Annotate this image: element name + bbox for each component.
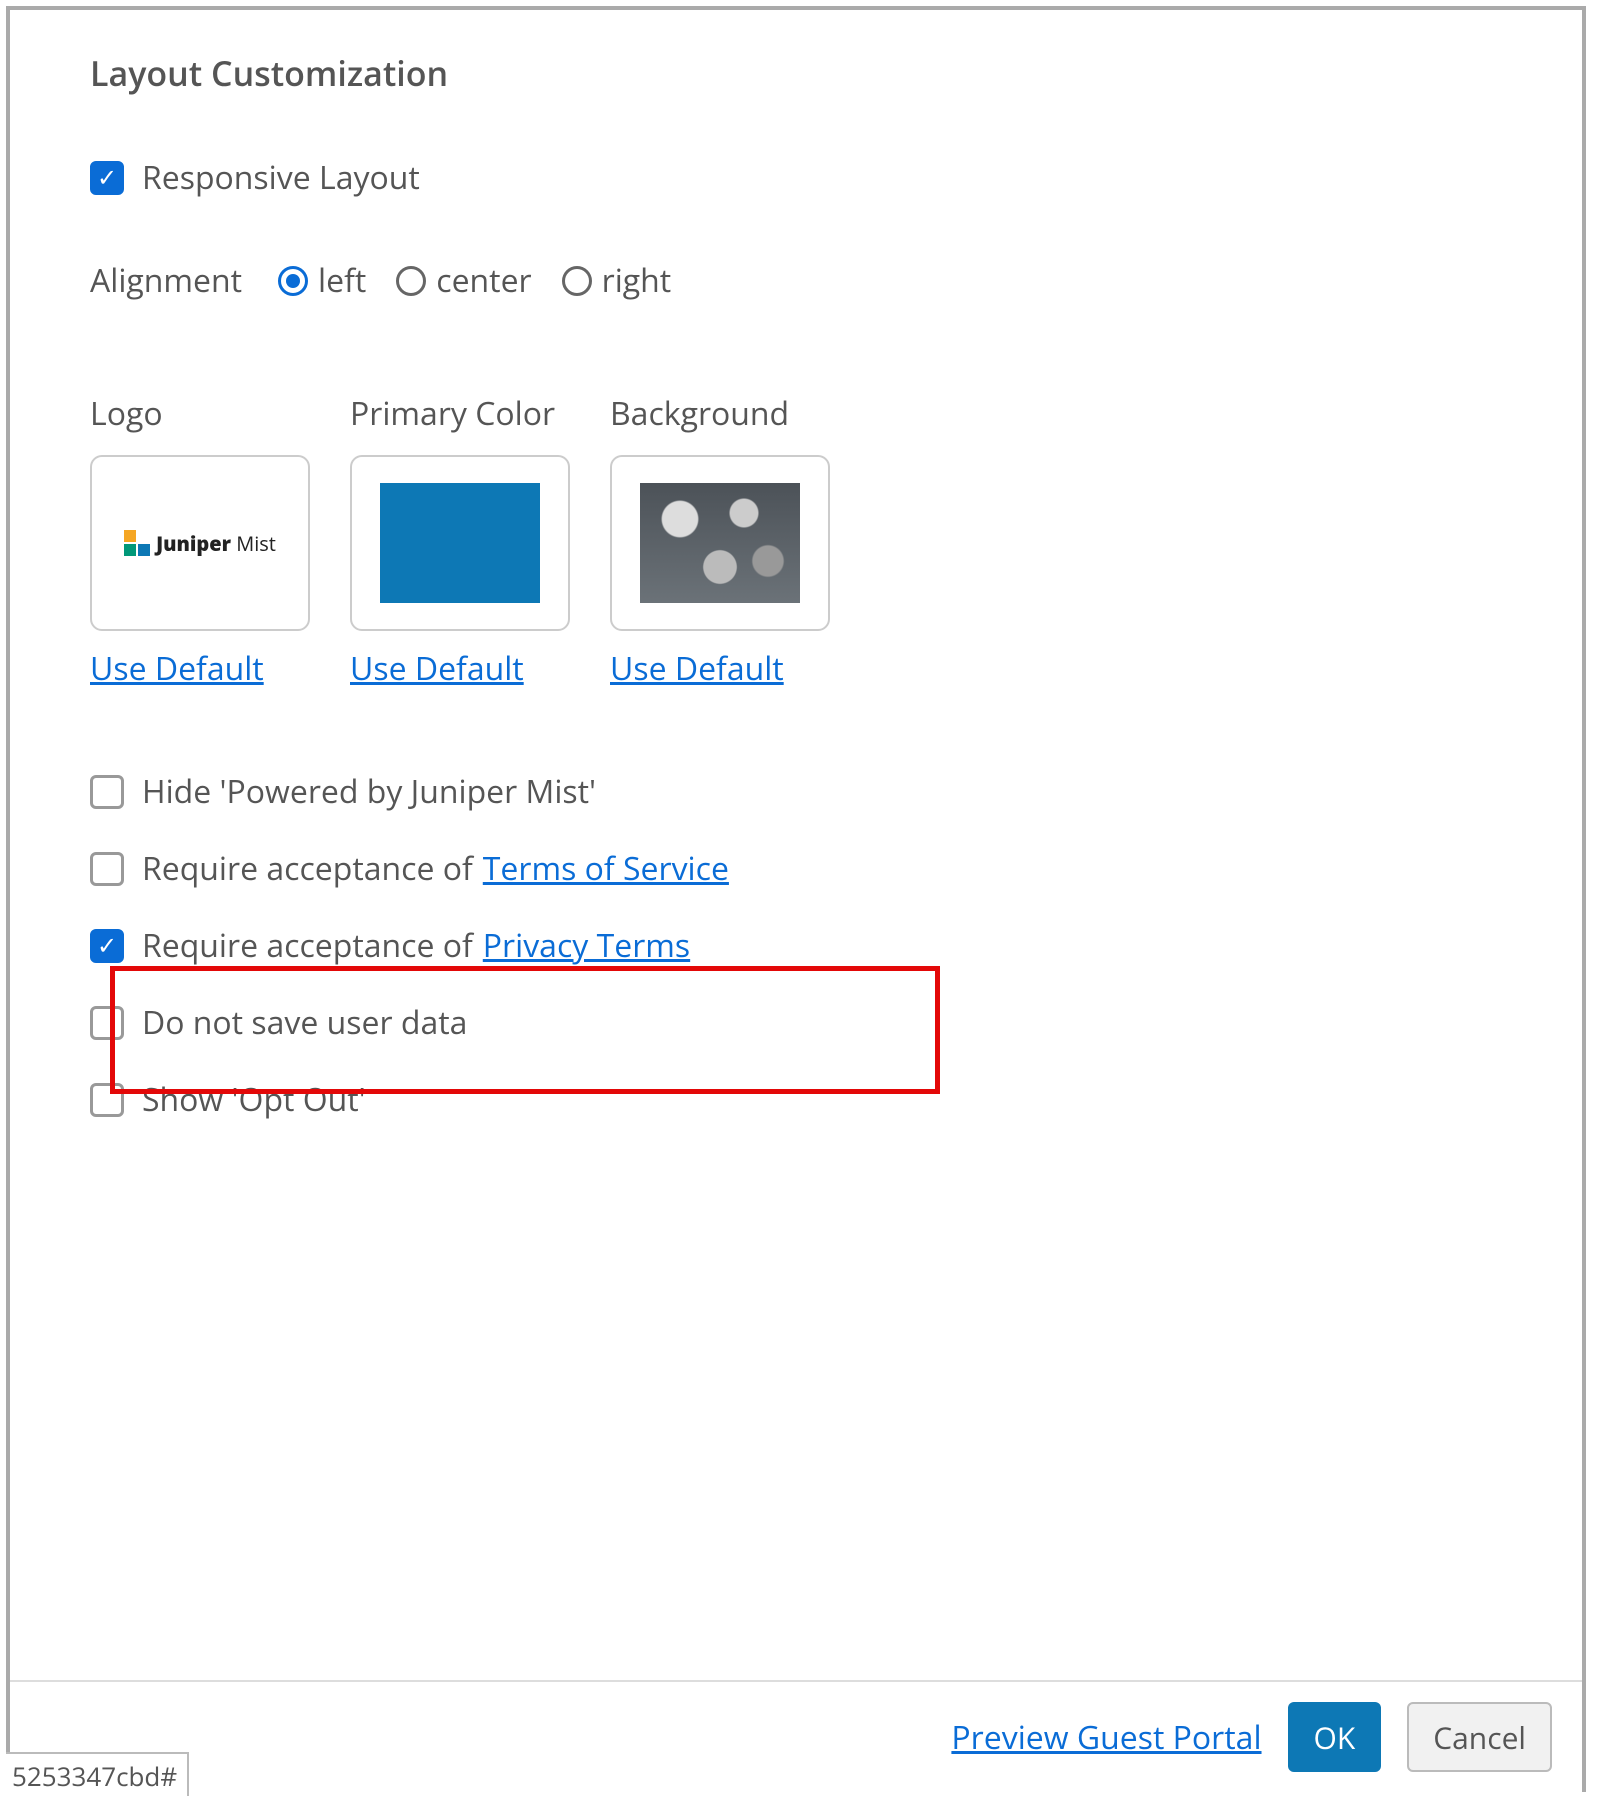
primary-color-swatch [380, 483, 540, 603]
check-icon: ✓ [97, 166, 117, 190]
logo-label: Logo [90, 392, 310, 435]
alignment-radio-left[interactable] [278, 266, 308, 296]
cancel-button[interactable]: Cancel [1407, 1702, 1552, 1772]
hide-powered-checkbox[interactable] [90, 775, 124, 809]
primary-color-column: Primary Color Use Default [350, 392, 570, 690]
responsive-layout-row: ✓ Responsive Layout [90, 156, 1542, 199]
alignment-option-center: center [436, 259, 531, 302]
preview-row: Logo Juniper Mist Use Default Primary Co… [90, 392, 1542, 690]
alignment-radio-center[interactable] [396, 266, 426, 296]
ok-button[interactable]: OK [1288, 1702, 1382, 1772]
content-area: Layout Customization ✓ Responsive Layout… [90, 30, 1542, 1652]
primary-color-preview[interactable] [350, 455, 570, 631]
require-tos-checkbox[interactable] [90, 852, 124, 886]
background-use-default-link[interactable]: Use Default [610, 647, 830, 690]
require-privacy-checkbox[interactable]: ✓ [90, 929, 124, 963]
check-icon: ✓ [97, 934, 117, 958]
option-show-opt-out: Show 'Opt Out' [90, 1078, 1542, 1121]
logo-use-default-link[interactable]: Use Default [90, 647, 310, 690]
background-preview[interactable] [610, 455, 830, 631]
alignment-radio-right[interactable] [562, 266, 592, 296]
background-column: Background Use Default [610, 392, 830, 690]
logo-preview[interactable]: Juniper Mist [90, 455, 310, 631]
option-hide-powered: Hide 'Powered by Juniper Mist' [90, 770, 1542, 813]
require-tos-label: Require acceptance of [142, 847, 473, 890]
background-thumbnail [640, 483, 800, 603]
alignment-row: Alignment left center right [90, 259, 1542, 302]
responsive-layout-label: Responsive Layout [142, 156, 420, 199]
responsive-layout-checkbox[interactable]: ✓ [90, 161, 124, 195]
preview-guest-portal-link[interactable]: Preview Guest Portal [951, 1716, 1261, 1759]
alignment-option-right: right [602, 259, 672, 302]
option-require-privacy: ✓ Require acceptance of Privacy Terms [90, 924, 1542, 967]
option-no-save: Do not save user data [90, 1001, 1542, 1044]
hash-fragment: 5253347cbd# [6, 1752, 189, 1796]
privacy-terms-link[interactable]: Privacy Terms [483, 924, 690, 967]
terms-of-service-link[interactable]: Terms of Service [483, 847, 729, 890]
show-opt-out-label: Show 'Opt Out' [142, 1078, 366, 1121]
no-save-checkbox[interactable] [90, 1006, 124, 1040]
no-save-label: Do not save user data [142, 1001, 467, 1044]
dialog-footer: Preview Guest Portal OK Cancel [10, 1680, 1582, 1792]
option-require-tos: Require acceptance of Terms of Service [90, 847, 1542, 890]
primary-color-use-default-link[interactable]: Use Default [350, 647, 570, 690]
section-title: Layout Customization [90, 50, 1542, 96]
alignment-label: Alignment [90, 259, 242, 302]
background-label: Background [610, 392, 830, 435]
primary-color-label: Primary Color [350, 392, 570, 435]
require-privacy-label: Require acceptance of [142, 924, 473, 967]
juniper-mist-logo-icon: Juniper Mist [124, 530, 276, 557]
hide-powered-label: Hide 'Powered by Juniper Mist' [142, 770, 596, 813]
logo-column: Logo Juniper Mist Use Default [90, 392, 310, 690]
alignment-option-left: left [318, 259, 366, 302]
dialog-panel: Layout Customization ✓ Responsive Layout… [6, 6, 1586, 1792]
show-opt-out-checkbox[interactable] [90, 1083, 124, 1117]
